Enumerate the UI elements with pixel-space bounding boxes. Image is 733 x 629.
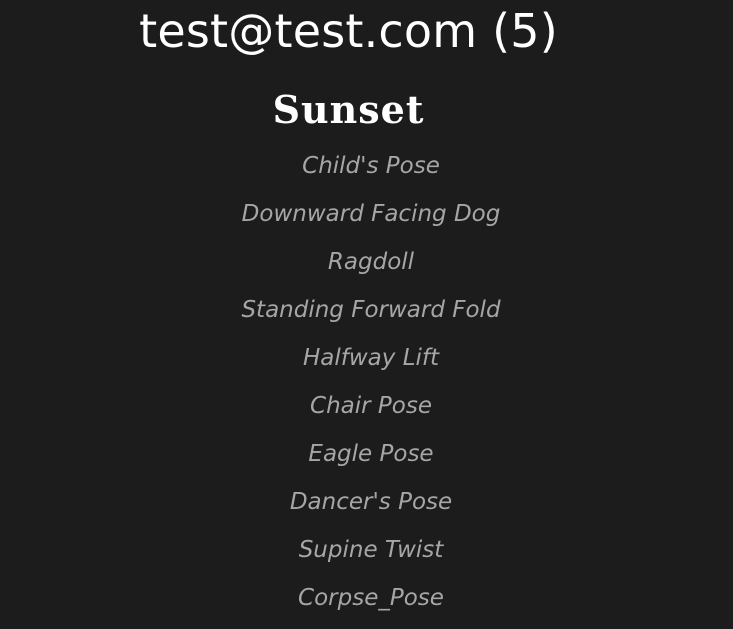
user-header: test@test.com (5) xyxy=(139,4,558,58)
pose-item-ragdoll[interactable]: Ragdoll xyxy=(0,238,733,286)
pose-item-corpse-pose[interactable]: Corpse_Pose xyxy=(0,574,733,622)
pose-item-eagle-pose[interactable]: Eagle Pose xyxy=(0,430,733,478)
playlist-title: Sunset xyxy=(272,87,425,132)
pose-list: Child's Pose Downward Facing Dog Ragdoll… xyxy=(0,142,733,622)
pose-item-downward-facing-dog[interactable]: Downward Facing Dog xyxy=(0,190,733,238)
pose-item-standing-forward-fold[interactable]: Standing Forward Fold xyxy=(0,286,733,334)
pose-item-supine-twist[interactable]: Supine Twist xyxy=(0,526,733,574)
pose-item-halfway-lift[interactable]: Halfway Lift xyxy=(0,334,733,382)
pose-item-chair-pose[interactable]: Chair Pose xyxy=(0,382,733,430)
pose-item-dancers-pose[interactable]: Dancer's Pose xyxy=(0,478,733,526)
pose-item-childs-pose[interactable]: Child's Pose xyxy=(0,142,733,190)
